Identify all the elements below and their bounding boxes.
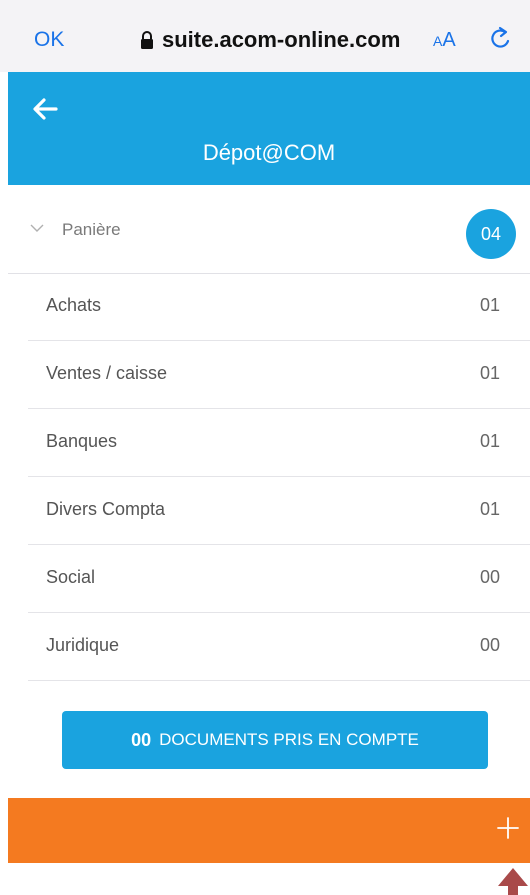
category-row-banques[interactable]: Banques 01 (28, 409, 530, 477)
documents-label: DOCUMENTS PRIS EN COMPTE (159, 730, 419, 749)
category-count: 01 (479, 295, 500, 315)
category-count: 01 (479, 499, 500, 519)
category-count: 00 (479, 567, 500, 587)
url-display[interactable]: suite.acom-online.com (140, 27, 400, 53)
lock-icon (141, 31, 153, 49)
category-count: 00 (479, 635, 500, 655)
text-size-small-a: A (433, 33, 443, 49)
chevron-down-icon (30, 224, 44, 232)
app-header: Dépot@COM (8, 72, 530, 185)
up-arrow-icon (498, 868, 528, 895)
bottom-action-bar (8, 798, 530, 863)
text-size-button[interactable]: AA (433, 29, 456, 52)
category-list: Achats 01 Ventes / caisse 01 Banques 01 … (28, 273, 530, 681)
category-label: Banques (46, 431, 118, 451)
browser-address-bar: OK suite.acom-online.com AA (0, 0, 530, 72)
category-count: 01 (479, 363, 500, 383)
documents-count: 00 (131, 729, 152, 750)
category-count: 01 (479, 431, 500, 451)
url-text: suite.acom-online.com (162, 27, 401, 52)
category-label: Social (46, 567, 96, 587)
group-header-paniere[interactable]: Panière 04 (8, 185, 530, 274)
back-arrow-icon[interactable] (32, 98, 58, 120)
text-size-big-a: A (442, 29, 456, 51)
group-count-badge: 04 (466, 209, 516, 259)
content-panel: Panière 04 Achats 01 Ventes / caisse 01 … (8, 185, 530, 798)
left-margin (0, 72, 8, 895)
category-label: Juridique (46, 635, 120, 655)
category-row-juridique[interactable]: Juridique 00 (28, 613, 530, 681)
category-label: Ventes / caisse (46, 363, 168, 383)
category-row-divers-compta[interactable]: Divers Compta 01 (28, 477, 530, 545)
documents-taken-button[interactable]: 00 DOCUMENTS PRIS EN COMPTE (62, 711, 488, 769)
plus-icon[interactable] (496, 816, 520, 840)
category-row-social[interactable]: Social 00 (28, 545, 530, 613)
category-label: Achats (46, 295, 102, 315)
category-label: Divers Compta (46, 499, 166, 519)
category-row-ventes-caisse[interactable]: Ventes / caisse 01 (28, 341, 530, 409)
page-title: Dépot@COM (202, 140, 336, 165)
group-label: Panière (62, 220, 121, 239)
category-row-achats[interactable]: Achats 01 (28, 273, 530, 341)
ok-button[interactable]: OK (34, 28, 64, 52)
reload-icon[interactable] (488, 26, 514, 52)
